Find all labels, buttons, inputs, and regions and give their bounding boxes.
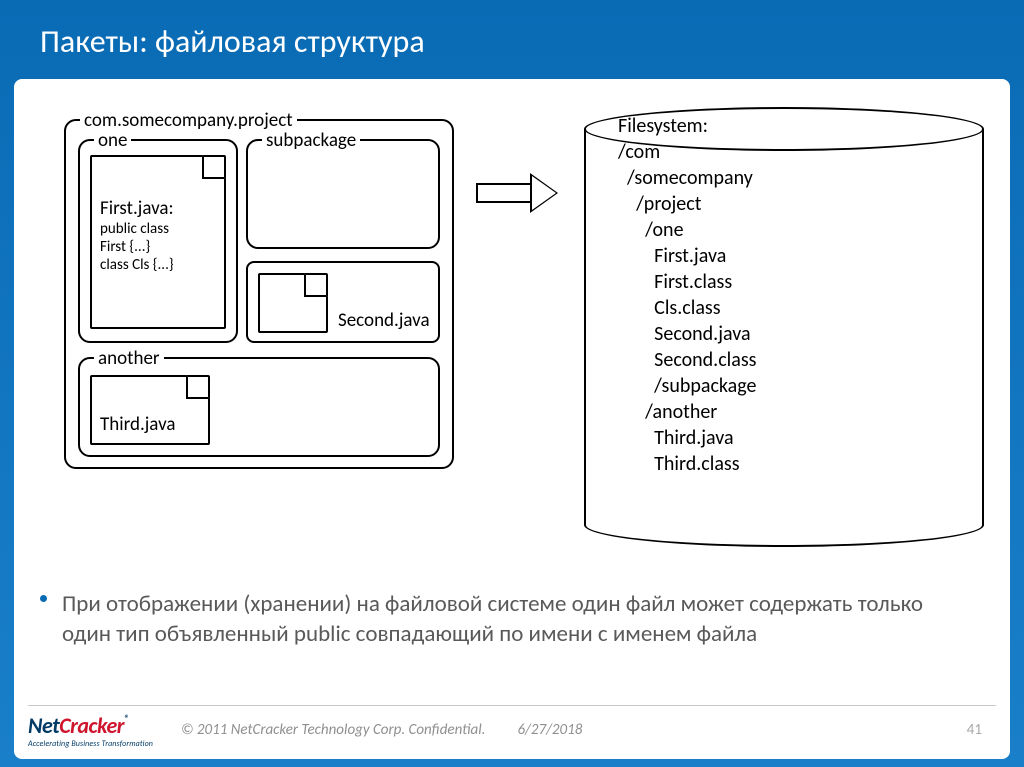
diagram: com.somecompany.project one First.java: … (44, 107, 980, 547)
file-first-line3: class Cls {...} (100, 256, 216, 274)
logo-net: Net (28, 712, 59, 739)
logo-cracker: Cracker (59, 712, 124, 739)
logo: NetCracker® Accelerating Business Transf… (28, 712, 153, 749)
slide-title: Пакеты: файловая структура (0, 0, 1024, 79)
package-subpackage-label: subpackage (262, 129, 360, 152)
file-third-icon: Third.java (90, 375, 210, 445)
bullet-text: При отображении (хранении) на файловой с… (62, 589, 970, 649)
package-another-label: another (94, 347, 164, 370)
footer-copyright: © 2011 NetCracker Technology Corp. Confi… (181, 721, 485, 739)
footer: NetCracker® Accelerating Business Transf… (14, 705, 1010, 759)
file-second-label: Second.java (338, 309, 430, 332)
file-first-icon: First.java: public class First {...} cla… (90, 155, 226, 329)
footer-date: 6/27/2018 (517, 721, 582, 739)
bullet-dot-icon (40, 595, 47, 602)
file-second-icon (258, 273, 328, 333)
bullet-content: При отображении (хранении) на файловой с… (62, 590, 923, 648)
arrow-icon (476, 173, 566, 213)
footer-page-number: 41 (967, 721, 982, 739)
content-panel: com.somecompany.project one First.java: … (14, 79, 1010, 759)
filesystem-cylinder: Filesystem: /com /somecompany /project /… (584, 107, 984, 547)
package-another: another Third.java (78, 357, 440, 457)
package-one: one First.java: public class First {...}… (78, 139, 238, 343)
logo-tagline: Accelerating Business Transformation (28, 739, 153, 749)
file-second-box: Second.java (246, 261, 440, 343)
package-outer: com.somecompany.project one First.java: … (64, 119, 454, 469)
filesystem-tree: Filesystem: /com /somecompany /project /… (618, 113, 757, 477)
file-third-label: Third.java (100, 413, 175, 436)
package-one-label: one (94, 129, 131, 152)
file-first-line2: First {...} (100, 238, 216, 256)
package-subpackage: subpackage (246, 139, 440, 249)
file-first-title: First.java: (100, 197, 216, 220)
logo-reg: ® (124, 712, 129, 725)
file-first-line1: public class (100, 220, 216, 238)
